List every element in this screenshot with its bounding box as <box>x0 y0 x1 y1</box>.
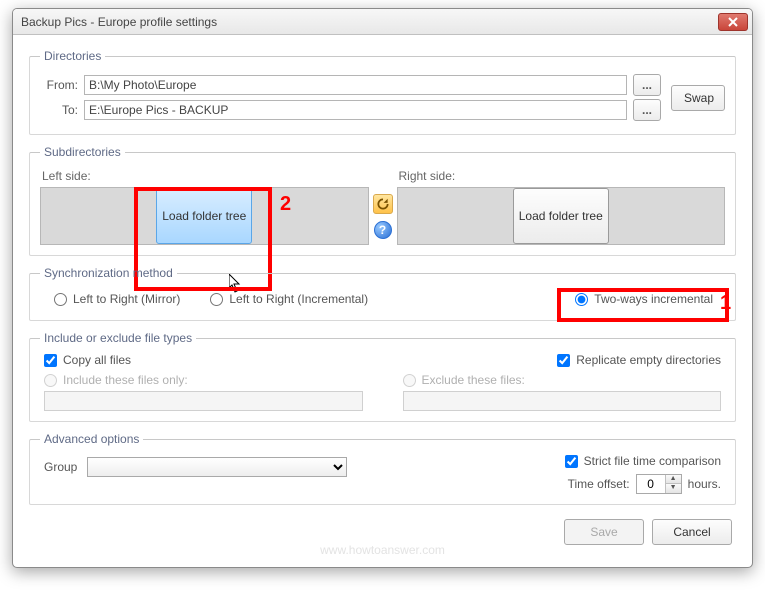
sync-twoways-option[interactable]: Two-ways incremental <box>575 292 721 306</box>
right-folder-panel: Load folder tree <box>397 187 726 245</box>
directories-group: Directories From: ... To: ... Swap <box>29 49 736 135</box>
exclude-option: Exclude these files: <box>403 373 722 387</box>
watermark-text: www.howtoanswer.com <box>29 543 736 557</box>
refresh-icon <box>376 197 390 211</box>
swap-button[interactable]: Swap <box>671 85 725 111</box>
load-folder-right-button[interactable]: Load folder tree <box>513 188 609 244</box>
advanced-legend: Advanced options <box>40 432 143 446</box>
include-exclude-group: Include or exclude file types Copy all f… <box>29 331 736 422</box>
include-only-option: Include these files only: <box>44 373 363 387</box>
time-offset-spinner[interactable]: ▲ ▼ <box>636 474 682 494</box>
sync-mirror-option[interactable]: Left to Right (Mirror) <box>54 292 180 306</box>
advanced-group: Advanced options Group Strict file time … <box>29 432 736 505</box>
include-exclude-legend: Include or exclude file types <box>40 331 196 345</box>
sync-incremental-option[interactable]: Left to Right (Incremental) <box>210 292 368 306</box>
subdirectories-group: Subdirectories Left side: Load folder tr… <box>29 145 736 256</box>
window-body: Directories From: ... To: ... Swap <box>13 35 752 567</box>
browse-to-button[interactable]: ... <box>633 99 661 121</box>
from-path-input[interactable] <box>84 75 627 95</box>
right-side-label: Right side: <box>399 169 726 183</box>
from-label: From: <box>40 78 78 92</box>
close-icon <box>728 17 738 27</box>
time-offset-label: Time offset: <box>568 477 630 491</box>
subdirectories-legend: Subdirectories <box>40 145 125 159</box>
spin-down-icon[interactable]: ▼ <box>665 484 681 493</box>
left-folder-panel: Load folder tree <box>40 187 369 245</box>
settings-window: Backup Pics - Europe profile settings Di… <box>12 8 753 568</box>
help-icon[interactable]: ? <box>374 221 392 239</box>
include-only-input <box>44 391 363 411</box>
strict-time-checkbox[interactable]: Strict file time comparison <box>565 454 721 468</box>
title-bar: Backup Pics - Europe profile settings <box>13 9 752 35</box>
cancel-button[interactable]: Cancel <box>652 519 732 545</box>
sync-icon[interactable] <box>373 194 393 214</box>
close-button[interactable] <box>718 13 748 31</box>
hours-label: hours. <box>688 477 721 491</box>
load-folder-left-button[interactable]: Load folder tree <box>156 188 252 244</box>
browse-from-button[interactable]: ... <box>633 74 661 96</box>
replicate-empty-checkbox[interactable]: Replicate empty directories <box>557 353 721 367</box>
exclude-input <box>403 391 722 411</box>
group-combobox[interactable] <box>87 457 347 477</box>
sync-method-group: Synchronization method Left to Right (Mi… <box>29 266 736 321</box>
save-button: Save <box>564 519 644 545</box>
group-label: Group <box>44 460 77 474</box>
copy-all-files-checkbox[interactable]: Copy all files <box>44 353 131 367</box>
left-side-label: Left side: <box>42 169 369 183</box>
time-offset-value[interactable] <box>637 475 665 493</box>
to-path-input[interactable] <box>84 100 627 120</box>
sync-method-legend: Synchronization method <box>40 266 177 280</box>
window-title: Backup Pics - Europe profile settings <box>21 15 217 29</box>
directories-legend: Directories <box>40 49 105 63</box>
to-label: To: <box>40 103 78 117</box>
spin-up-icon[interactable]: ▲ <box>665 475 681 484</box>
